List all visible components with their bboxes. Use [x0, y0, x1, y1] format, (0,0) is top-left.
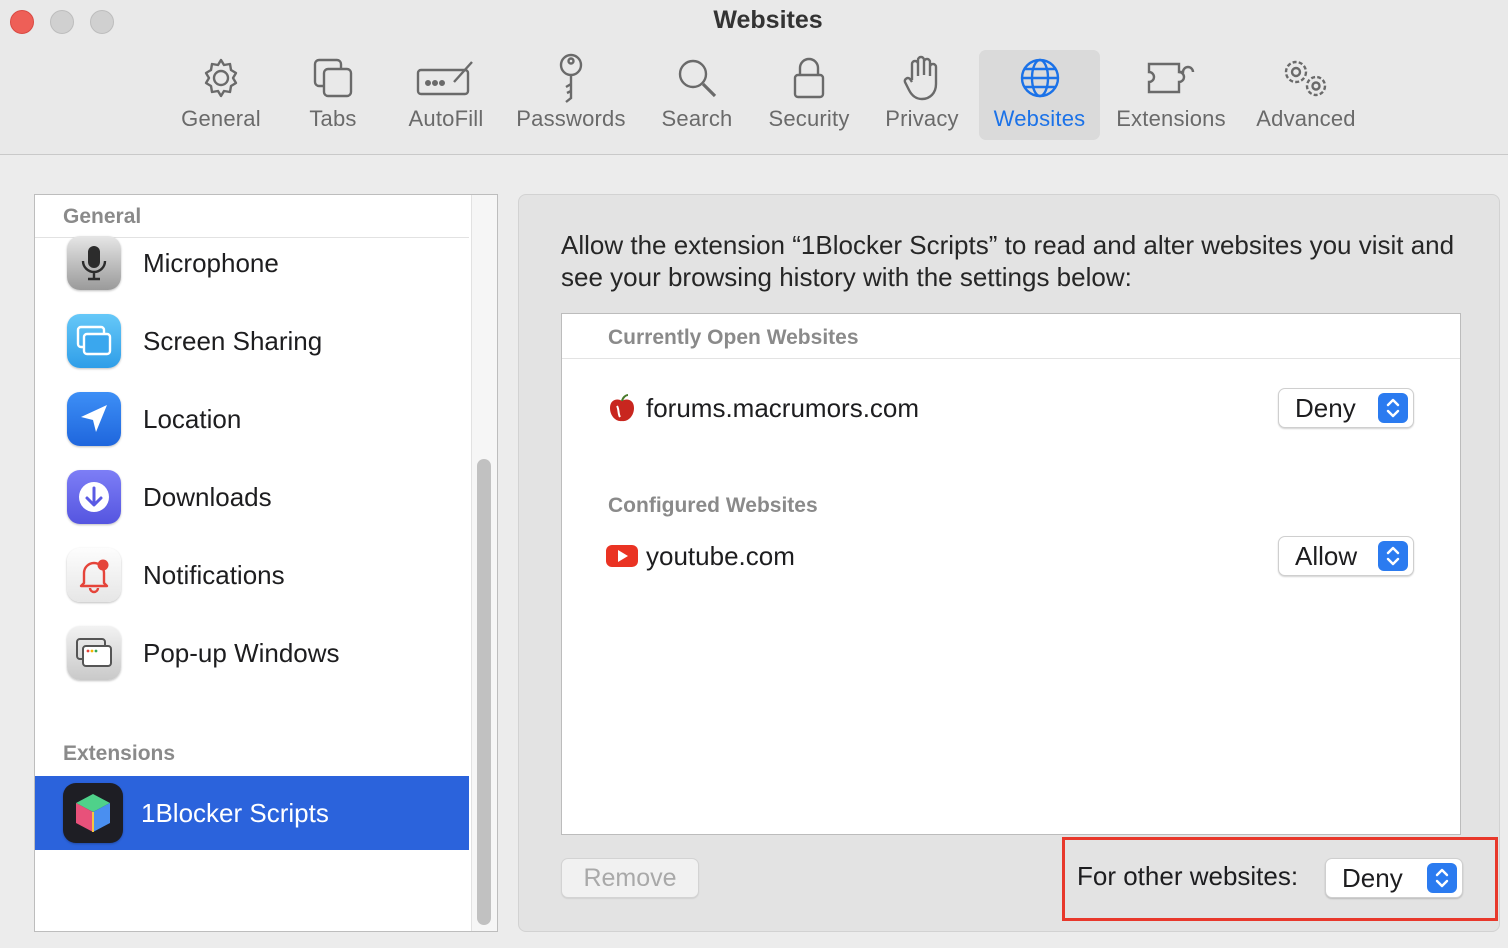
- sidebar-item-label: Location: [143, 403, 242, 434]
- sidebar-section-general: General: [63, 205, 142, 228]
- tab-extensions-label: Extensions: [1116, 106, 1226, 131]
- sidebar-item-notifications[interactable]: Notifications: [35, 539, 469, 611]
- globe-icon: [1018, 50, 1062, 106]
- popup-windows-icon: [67, 626, 121, 680]
- permission-description: Allow the extension “1Blocker Scripts” t…: [561, 230, 1455, 292]
- tab-autofill-label: AutoFill: [408, 106, 484, 131]
- tab-general-label: General: [181, 106, 261, 131]
- sidebar-item-label: 1Blocker Scripts: [141, 797, 329, 828]
- sidebar-item-popup-windows[interactable]: Pop-up Windows: [35, 617, 469, 689]
- sidebar-item-label: Microphone: [143, 247, 279, 278]
- sidebar-item-microphone[interactable]: Microphone: [35, 227, 469, 299]
- sidebar-item-1blocker-scripts[interactable]: 1Blocker Scripts: [35, 776, 469, 850]
- tab-extensions[interactable]: Extensions: [1110, 50, 1232, 140]
- tab-passwords-label: Passwords: [516, 106, 626, 131]
- tab-security-label: Security: [768, 106, 850, 131]
- key-icon: [555, 50, 587, 106]
- tab-tabs[interactable]: Tabs: [296, 50, 370, 140]
- sidebar-item-downloads[interactable]: Downloads: [35, 461, 469, 533]
- popup-value: Allow: [1295, 540, 1358, 571]
- lock-icon: [791, 50, 827, 106]
- tab-passwords[interactable]: Passwords: [508, 50, 634, 140]
- puzzle-icon: [1145, 50, 1197, 106]
- sidebar-item-location[interactable]: Location: [35, 383, 469, 455]
- autofill-icon: [414, 50, 478, 106]
- window-title: Websites: [713, 6, 823, 34]
- tab-security[interactable]: Security: [760, 50, 858, 140]
- configured-websites-header: Configured Websites: [608, 494, 818, 517]
- remove-button[interactable]: Remove: [561, 858, 699, 898]
- sidebar-section-extensions: Extensions: [63, 742, 176, 765]
- tab-search-label: Search: [661, 106, 733, 131]
- gears-icon: [1278, 50, 1334, 106]
- websites-list: Currently Open Websites forums.macrumors…: [561, 313, 1461, 835]
- sidebar-item-label: Downloads: [143, 481, 272, 512]
- tab-search[interactable]: Search: [654, 50, 740, 140]
- tabs-icon: [311, 50, 355, 106]
- annotation-highlight-box: [1062, 837, 1498, 921]
- chevron-up-down-icon: [1378, 541, 1408, 571]
- tab-general[interactable]: General: [172, 50, 270, 140]
- tab-tabs-label: Tabs: [309, 106, 357, 131]
- currently-open-header: Currently Open Websites: [608, 326, 859, 349]
- download-icon: [67, 470, 121, 524]
- sidebar-item-label: Screen Sharing: [143, 325, 323, 356]
- site-permission-popup[interactable]: Deny: [1278, 388, 1414, 428]
- tab-advanced[interactable]: Advanced: [1250, 50, 1362, 140]
- preferences-toolbar: General Tabs AutoFill Passwords Search S…: [0, 50, 1508, 140]
- tab-privacy[interactable]: Privacy: [878, 50, 966, 140]
- sidebar-item-label: Notifications: [143, 559, 285, 590]
- location-arrow-icon: [67, 392, 121, 446]
- tab-websites[interactable]: Websites: [979, 50, 1100, 140]
- tab-privacy-label: Privacy: [885, 106, 959, 131]
- websites-sidebar: General Microphone Screen Sharing Locati…: [34, 194, 498, 932]
- tab-advanced-label: Advanced: [1256, 106, 1356, 131]
- 1blocker-cube-icon: [63, 783, 123, 843]
- window-titlebar: Websites General Tabs AutoFill Passwords…: [0, 0, 1508, 155]
- list-divider: [562, 358, 1460, 359]
- chevron-up-down-icon: [1378, 393, 1408, 423]
- sidebar-item-label: Pop-up Windows: [143, 637, 340, 668]
- site-name: youtube.com: [646, 540, 795, 571]
- screen-sharing-icon: [67, 314, 121, 368]
- youtube-icon: [606, 540, 638, 572]
- magnifier-icon: [675, 50, 719, 106]
- popup-value: Deny: [1295, 392, 1356, 423]
- site-permission-popup[interactable]: Allow: [1278, 536, 1414, 576]
- macrumors-apple-icon: [606, 392, 638, 424]
- microphone-icon: [67, 236, 121, 290]
- tab-websites-label: Websites: [993, 106, 1086, 131]
- sidebar-scrollbar-thumb[interactable]: [477, 459, 491, 925]
- tab-autofill[interactable]: AutoFill: [400, 50, 492, 140]
- gear-icon: [199, 50, 243, 106]
- bell-icon: [67, 548, 121, 602]
- hand-icon: [902, 50, 942, 106]
- site-name: forums.macrumors.com: [646, 392, 920, 423]
- sidebar-item-screen-sharing[interactable]: Screen Sharing: [35, 305, 469, 377]
- website-permissions-panel: Allow the extension “1Blocker Scripts” t…: [518, 194, 1500, 932]
